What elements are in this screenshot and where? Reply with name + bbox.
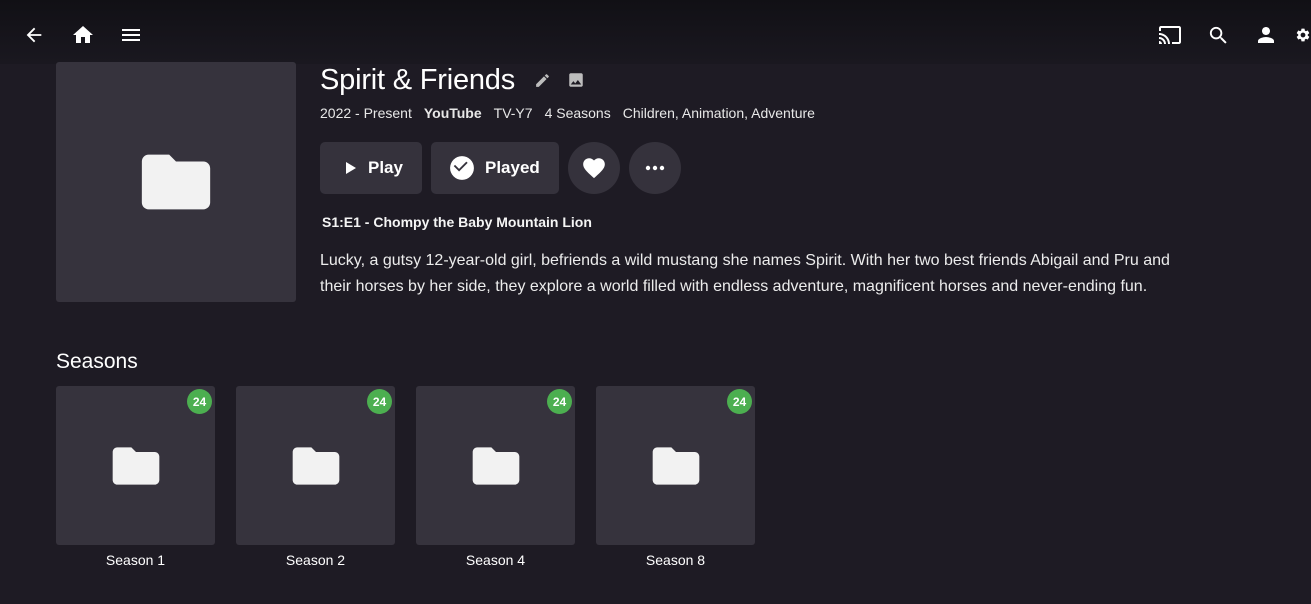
favorite-button[interactable] [567,142,620,194]
season-card[interactable]: 24 Season 2 [236,386,395,568]
settings-button[interactable] [1295,15,1311,55]
unplayed-count-badge: 24 [187,389,212,414]
seasons-heading: Seasons [56,350,138,373]
folder-icon [141,154,211,210]
user-button[interactable] [1246,15,1286,55]
show-meta: 2022 - Present YouTube TV-Y7 4 Seasons C… [320,105,827,121]
folder-icon [292,446,339,485]
heart-icon [582,158,605,179]
season-label[interactable]: Season 8 [596,552,755,568]
season-thumbnail[interactable]: 24 [56,386,215,545]
cast-icon [1159,26,1181,44]
folder-icon [652,446,699,485]
year-range: 2022 - Present [320,105,412,121]
season-card[interactable]: 24 Season 1 [56,386,215,568]
title-row: Spirit & Friends [320,62,585,98]
search-icon [1209,26,1227,44]
season-label[interactable]: Season 4 [416,552,575,568]
menu-icon [122,29,140,41]
person-icon [1258,27,1274,43]
overview-text: Lucky, a gutsy 12-year-old girl, befrien… [320,252,1170,295]
content-rating: TV-Y7 [493,105,533,121]
home-button[interactable] [63,15,103,55]
check-circle-icon [450,156,474,180]
genres: Children, Animation, Adventure [622,105,815,121]
gear-icon [1296,28,1310,42]
arrow-back-icon [26,27,42,43]
home-icon [73,26,93,43]
edit-images-button[interactable] [567,71,585,89]
more-horiz-icon [645,165,664,171]
action-bar: Play Played [320,142,690,194]
unplayed-count-badge: 24 [367,389,392,414]
folder-icon [472,446,519,485]
season-thumbnail[interactable]: 24 [596,386,755,545]
season-label[interactable]: Season 1 [56,552,215,568]
cast-button[interactable] [1150,15,1190,55]
edit-button[interactable] [533,71,551,89]
next-episode[interactable]: S1:E1 - Chompy the Baby Mountain Lion [322,214,592,230]
page-title: Spirit & Friends [320,63,516,96]
played-button[interactable]: Played [430,142,559,194]
menu-button[interactable] [111,15,151,55]
pencil-icon [535,73,549,87]
played-label: Played [484,158,540,177]
more-button[interactable] [628,142,681,194]
season-card[interactable]: 24 Season 4 [416,386,575,568]
network: YouTube [423,105,482,121]
image-icon [569,73,583,87]
show-poster[interactable] [56,62,296,302]
back-button[interactable] [14,15,54,55]
season-card[interactable]: 24 Season 8 [596,386,755,568]
season-label[interactable]: Season 2 [236,552,395,568]
unplayed-count-badge: 24 [727,389,752,414]
season-thumbnail[interactable]: 24 [236,386,395,545]
unplayed-count-badge: 24 [547,389,572,414]
play-label: Play [368,158,403,177]
play-button[interactable]: Play [320,142,422,194]
folder-icon [112,446,159,485]
search-button[interactable] [1198,15,1238,55]
season-count: 4 Seasons [544,105,611,121]
season-thumbnail[interactable]: 24 [416,386,575,545]
play-icon [346,162,356,174]
top-bar [0,0,1311,64]
